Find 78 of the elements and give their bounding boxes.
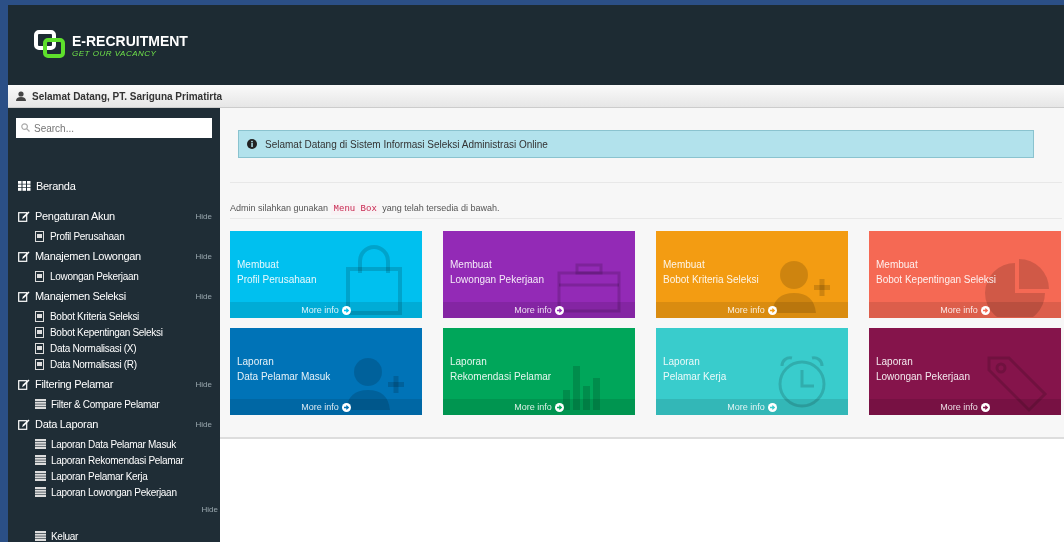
sidebar-link[interactable]: Laporan Rekomendasi Pelamar bbox=[51, 454, 212, 466]
document-icon bbox=[35, 230, 45, 242]
grid-icon bbox=[18, 181, 31, 191]
more-info-link[interactable]: More info bbox=[443, 302, 635, 318]
arrow-circle-icon bbox=[767, 305, 777, 315]
sidebar-link[interactable]: Pengaturan Akun bbox=[35, 210, 191, 222]
logo-icon bbox=[34, 30, 68, 60]
brand-title: E-RECRUITMENT bbox=[72, 32, 188, 49]
sidebar-link[interactable]: Data Laporan bbox=[35, 418, 191, 430]
document-icon bbox=[35, 270, 45, 282]
sidebar-link[interactable]: Filter & Compare Pelamar bbox=[51, 398, 212, 410]
brand-tagline: GET OUR VACANCY bbox=[72, 48, 158, 58]
sidebar-link[interactable]: Profil Perusahaan bbox=[50, 230, 212, 242]
box-subtitle: Profil Perusahaan bbox=[237, 274, 318, 285]
more-info-link[interactable]: More info bbox=[869, 399, 1061, 415]
arrow-circle-icon bbox=[767, 402, 777, 412]
arrow-circle-icon bbox=[554, 402, 564, 412]
box-subtitle: Pelamar Kerja bbox=[663, 371, 728, 382]
welcome-text: Selamat Datang, PT. Sariguna Primatirta bbox=[32, 90, 223, 102]
search-icon bbox=[21, 123, 30, 132]
box-title: Membuat bbox=[876, 259, 919, 270]
document-icon bbox=[35, 326, 45, 338]
sidebar-link[interactable]: Manajemen Lowongan bbox=[35, 250, 191, 262]
sidebar-link[interactable]: Laporan Pelamar Kerja bbox=[51, 470, 212, 482]
hide-toggle[interactable]: Hide bbox=[195, 211, 212, 221]
box-title: Membuat bbox=[237, 259, 280, 270]
hide-toggle[interactable]: Hide bbox=[195, 379, 212, 389]
edit-icon bbox=[18, 378, 30, 390]
list-icon bbox=[35, 531, 46, 541]
list-icon bbox=[35, 439, 46, 449]
edit-icon bbox=[18, 250, 30, 262]
box-title: Laporan bbox=[876, 356, 914, 367]
box-title: Laporan bbox=[663, 356, 701, 367]
box-subtitle: Bobot Kriteria Seleksi bbox=[663, 274, 760, 285]
arrow-circle-icon bbox=[980, 402, 990, 412]
box-title: Laporan bbox=[237, 356, 275, 367]
box-title: Membuat bbox=[663, 259, 706, 270]
list-icon bbox=[35, 471, 46, 481]
box-subtitle: Data Pelamar Masuk bbox=[237, 371, 332, 382]
arrow-circle-icon bbox=[341, 305, 351, 315]
arrow-circle-icon bbox=[980, 305, 990, 315]
hide-toggle[interactable]: Hide bbox=[201, 505, 220, 514]
user-icon bbox=[16, 91, 26, 101]
sidebar-link[interactable]: Data Normalisasi (X) bbox=[50, 342, 212, 354]
box-title: Membuat bbox=[450, 259, 493, 270]
document-icon bbox=[35, 358, 45, 370]
box-title: Laporan bbox=[450, 356, 488, 367]
sidebar-link[interactable]: Lowongan Pekerjaan bbox=[50, 270, 212, 282]
hide-toggle[interactable]: Hide bbox=[195, 251, 212, 261]
info-icon bbox=[247, 139, 257, 149]
hide-toggle[interactable]: Hide bbox=[195, 419, 212, 429]
edit-icon bbox=[18, 418, 30, 430]
list-icon bbox=[35, 399, 46, 409]
document-icon bbox=[35, 342, 45, 354]
document-icon bbox=[35, 310, 45, 322]
arrow-circle-icon bbox=[554, 305, 564, 315]
list-icon bbox=[35, 487, 46, 497]
sidebar-link[interactable]: Bobot Kepentingan Seleksi bbox=[50, 326, 212, 338]
alert-text: Selamat Datang di Sistem Informasi Seleksi Administrasi Online bbox=[265, 138, 548, 150]
sidebar-link[interactable]: Laporan Lowongan Pekerjaan bbox=[51, 486, 212, 498]
box-subtitle: Rekomendasi Pelamar bbox=[450, 371, 553, 382]
sidebar-link[interactable]: Laporan Data Pelamar Masuk bbox=[51, 438, 212, 450]
edit-icon bbox=[18, 210, 30, 222]
arrow-circle-icon bbox=[341, 402, 351, 412]
sidebar-link[interactable]: Beranda bbox=[36, 180, 212, 192]
hide-toggle[interactable]: Hide bbox=[195, 291, 212, 301]
sidebar-link[interactable]: Bobot Kriteria Seleksi bbox=[50, 310, 212, 322]
sidebar-link[interactable]: Keluar bbox=[51, 530, 212, 542]
list-icon bbox=[35, 455, 46, 465]
sidebar-link[interactable]: Manajemen Seleksi bbox=[35, 290, 191, 302]
box-subtitle: Lowongan Pekerjaan bbox=[450, 274, 545, 285]
sidebar-link[interactable]: Filtering Pelamar bbox=[35, 378, 191, 390]
box-subtitle: Lowongan Pekerjaan bbox=[876, 371, 971, 382]
search-field[interactable]: Search... bbox=[16, 118, 212, 138]
edit-icon bbox=[18, 290, 30, 302]
box-subtitle: Bobot Kepentingan Seleksi bbox=[876, 274, 998, 285]
intro-text: Admin silahkan gunakan Menu Box yang telah tersedia di bawah. bbox=[230, 203, 1062, 219]
sidebar-link[interactable]: Data Normalisasi (R) bbox=[50, 358, 212, 370]
